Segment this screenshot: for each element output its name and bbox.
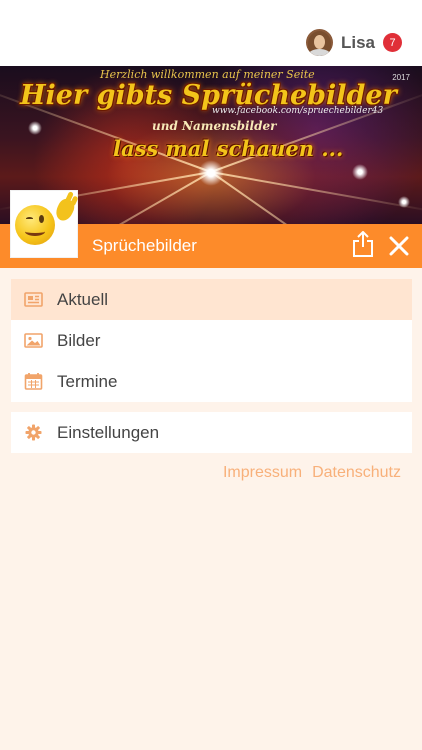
footer-links: Impressum Datenschutz [223, 464, 401, 482]
avatar[interactable] [305, 29, 333, 56]
page-title: Sprüchebilder [92, 236, 197, 255]
user-profile[interactable]: Lisa 7 [305, 29, 402, 56]
user-name[interactable]: Lisa [341, 33, 375, 53]
share-icon[interactable] [352, 231, 374, 257]
menu-item-aktuell[interactable]: Aktuell [11, 279, 412, 320]
banner-url: www.facebook.com/spruechebilder43 [212, 106, 384, 116]
menu-item-label: Bilder [57, 330, 101, 350]
menu-item-bilder[interactable]: Bilder [11, 320, 412, 361]
news-icon [24, 292, 43, 307]
menu-item-termine[interactable]: Termine [11, 361, 412, 402]
menu-item-label: Einstellungen [57, 422, 160, 442]
ok-hand-icon [53, 196, 77, 224]
close-icon[interactable] [388, 235, 410, 257]
page-logo[interactable] [10, 190, 78, 258]
impressum-link[interactable]: Impressum [223, 464, 302, 482]
calendar-icon [24, 373, 43, 390]
main-menu: Aktuell Bilder Termine [11, 279, 412, 402]
image-icon [24, 333, 43, 348]
top-bar: Lisa 7 [0, 0, 422, 66]
settings-menu: Einstellungen [11, 412, 412, 453]
banner-subtitle: und Namensbilder [152, 119, 277, 133]
datenschutz-link[interactable]: Datenschutz [312, 464, 401, 482]
winking-smiley-icon [15, 205, 55, 245]
banner-cta: lass mal schauen ... [113, 136, 344, 161]
menu-item-einstellungen[interactable]: Einstellungen [11, 412, 412, 453]
menu-item-label: Aktuell [57, 289, 109, 309]
notification-badge[interactable]: 7 [383, 33, 402, 52]
gear-icon [25, 424, 42, 441]
menu-item-label: Termine [57, 371, 118, 391]
